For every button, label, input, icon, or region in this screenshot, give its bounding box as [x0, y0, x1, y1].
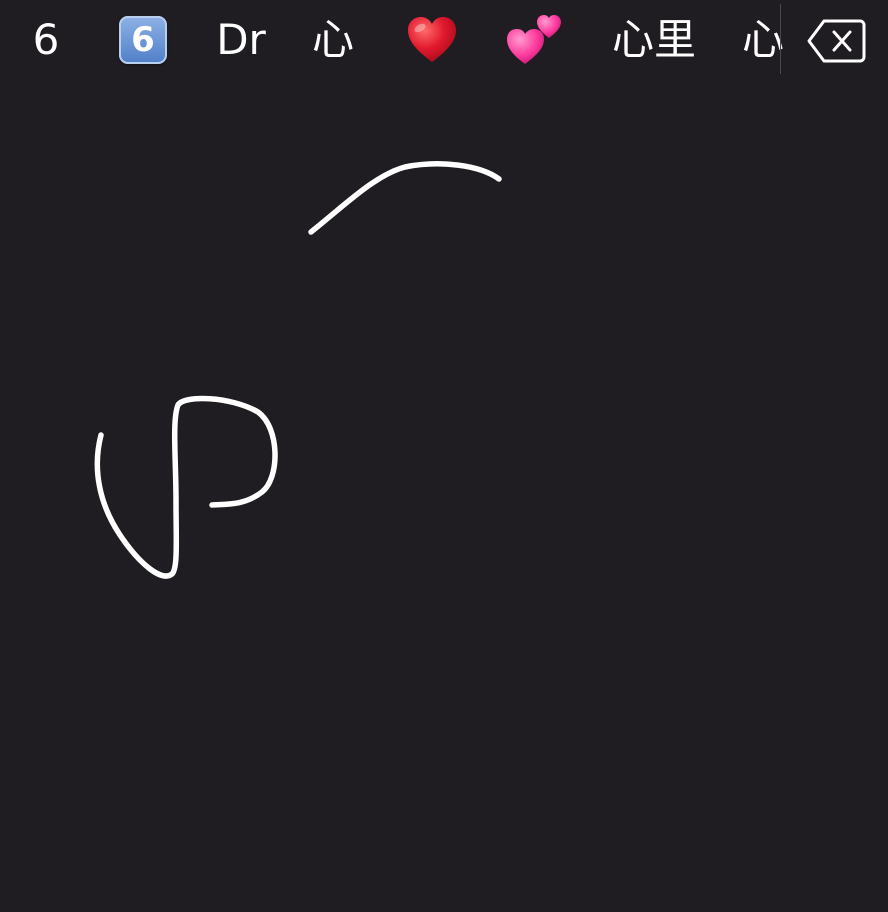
- handwriting-stroke-left: [94, 395, 278, 579]
- handwriting-keyboard-screen: 6 6 Dr 心 心里 心: [0, 0, 888, 912]
- handwriting-strokes-icon: [94, 161, 502, 579]
- handwriting-stroke-top: [308, 161, 502, 235]
- handwriting-canvas[interactable]: [0, 84, 888, 912]
